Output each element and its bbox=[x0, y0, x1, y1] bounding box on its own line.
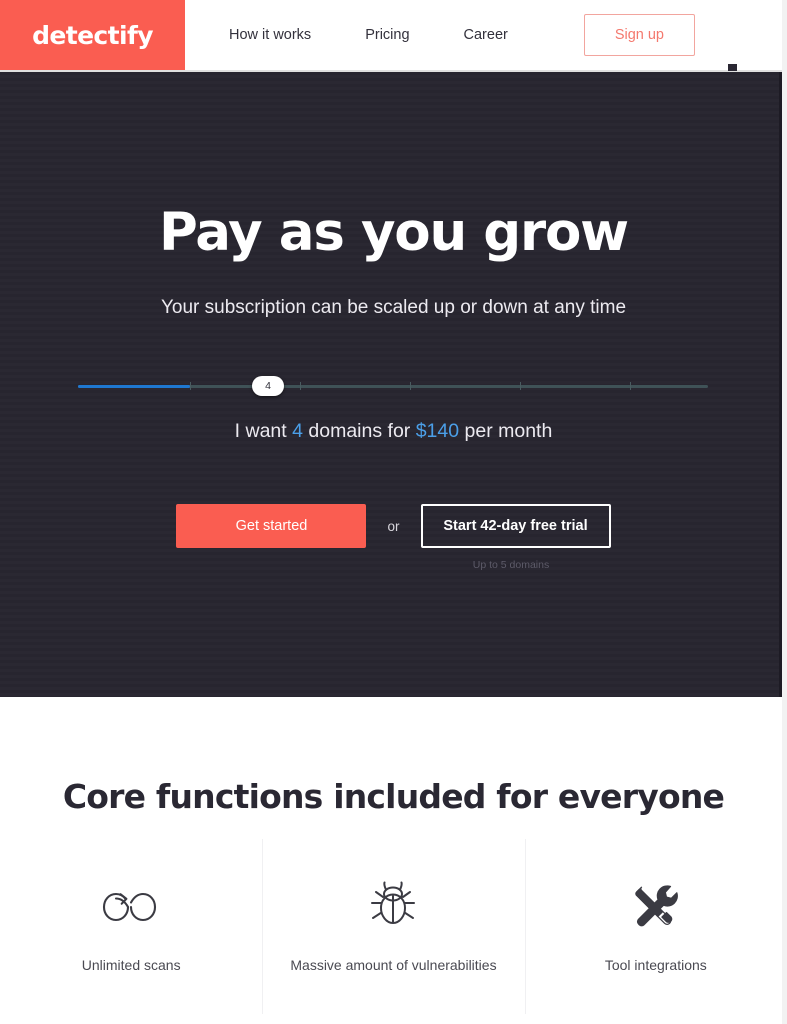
hero-title: Pay as you grow bbox=[159, 202, 629, 263]
nav-link-pricing[interactable]: Pricing bbox=[365, 27, 409, 43]
feature-columns: Unlimited scans Massive amount of vulner… bbox=[0, 839, 787, 1019]
slider-tick bbox=[630, 382, 631, 390]
get-started-button[interactable]: Get started bbox=[176, 504, 367, 548]
hero-inner: Pay as you grow Your subscription can be… bbox=[0, 72, 787, 697]
feature-vulnerabilities: Massive amount of vulnerabilities bbox=[262, 839, 524, 1019]
nav-link-career[interactable]: Career bbox=[464, 27, 508, 43]
sign-up-button[interactable]: Sign up bbox=[583, 14, 695, 56]
slider-fill bbox=[78, 385, 190, 388]
navbar-edge-artifact bbox=[728, 64, 737, 71]
slider-handle[interactable]: 4 bbox=[252, 376, 284, 396]
feature-label: Tool integrations bbox=[604, 957, 707, 973]
slider-handle-value: 4 bbox=[265, 380, 271, 392]
navbar: detectify How it works Pricing Career Si… bbox=[0, 0, 787, 70]
price-amount: $140 bbox=[415, 420, 460, 442]
trial-note: Up to 5 domains bbox=[472, 559, 550, 571]
slider-tick bbox=[190, 382, 191, 390]
free-trial-button[interactable]: Start 42-day free trial bbox=[420, 504, 611, 548]
logo[interactable]: detectify bbox=[0, 0, 185, 70]
infinity-loop-icon bbox=[98, 879, 164, 935]
feature-label: Massive amount of vulnerabilities bbox=[290, 957, 497, 973]
price-summary: I want 4 domains for $140 per month bbox=[0, 420, 787, 443]
slider-tick bbox=[300, 382, 301, 390]
slider-tick bbox=[410, 382, 411, 390]
right-edge-strip bbox=[782, 0, 787, 1024]
navbar-right: Sign up bbox=[583, 0, 787, 70]
navbar-bottom-shadow bbox=[0, 70, 787, 72]
hero-subtitle: Your subscription can be scaled up or do… bbox=[160, 297, 627, 318]
feature-tool-integrations: Tool integrations bbox=[524, 839, 787, 1019]
slider-tick bbox=[520, 382, 521, 390]
features-title: Core functions included for everyone bbox=[62, 777, 725, 816]
page-root: detectify How it works Pricing Career Si… bbox=[0, 0, 787, 1024]
price-suffix: per month bbox=[459, 420, 553, 442]
price-prefix: I want bbox=[234, 420, 293, 442]
features-section: Core functions included for everyone Unl… bbox=[0, 697, 787, 1024]
nav-link-how-it-works[interactable]: How it works bbox=[229, 27, 311, 43]
price-domain-count: 4 bbox=[292, 420, 303, 442]
wrench-screwdriver-icon bbox=[630, 879, 682, 935]
feature-unlimited-scans: Unlimited scans bbox=[0, 857, 262, 1019]
logo-text: detectify bbox=[32, 20, 153, 50]
hero-section: Pay as you grow Your subscription can be… bbox=[0, 72, 787, 697]
cta-or-label: or bbox=[387, 518, 400, 534]
nav-links: How it works Pricing Career bbox=[185, 0, 584, 70]
feature-label: Unlimited scans bbox=[81, 957, 181, 973]
cta-row: Get started or Start 42-day free trial bbox=[0, 504, 787, 548]
bug-icon bbox=[367, 879, 419, 935]
domain-count-slider[interactable]: 4 bbox=[78, 372, 708, 402]
price-middle: domains for bbox=[302, 420, 416, 442]
